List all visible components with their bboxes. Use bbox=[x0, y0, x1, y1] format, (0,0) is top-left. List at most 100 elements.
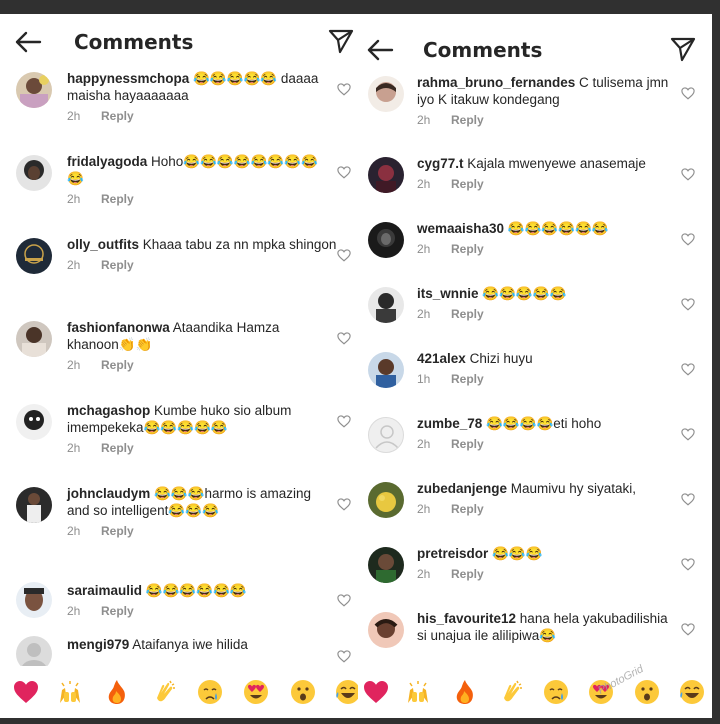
back-arrow-icon[interactable] bbox=[14, 30, 42, 54]
fire-emoji-icon[interactable] bbox=[451, 678, 479, 706]
comment-username[interactable]: wemaaisha30 bbox=[417, 221, 504, 236]
like-heart-icon[interactable] bbox=[337, 166, 351, 179]
reply-button[interactable]: Reply bbox=[451, 372, 484, 386]
comment-username[interactable]: 421alex bbox=[417, 351, 466, 366]
clapping-hands-emoji-icon[interactable] bbox=[150, 678, 178, 706]
raising-hands-emoji-icon[interactable] bbox=[56, 678, 84, 706]
reply-button[interactable]: Reply bbox=[451, 567, 484, 581]
avatar[interactable] bbox=[368, 482, 404, 518]
comment-username[interactable]: fashionfanonwa bbox=[67, 320, 170, 335]
comment-text: Ataifanya iwe hilida bbox=[129, 637, 248, 652]
avatar[interactable] bbox=[16, 72, 52, 108]
like-heart-icon[interactable] bbox=[681, 428, 695, 441]
reply-button[interactable]: Reply bbox=[101, 604, 134, 618]
comment-username[interactable]: rahma_bruno_fernandes bbox=[417, 75, 575, 90]
surprised-face-emoji-icon[interactable] bbox=[289, 678, 317, 706]
comment-time: 2h bbox=[417, 437, 431, 451]
comment-username[interactable]: olly_outfits bbox=[67, 237, 139, 252]
like-heart-icon[interactable] bbox=[681, 493, 695, 506]
send-icon[interactable] bbox=[328, 28, 354, 54]
avatar[interactable] bbox=[368, 222, 404, 258]
comment-username[interactable]: zumbe_78 bbox=[417, 416, 482, 431]
reply-button[interactable]: Reply bbox=[451, 437, 484, 451]
comment-username[interactable]: johnclaudym bbox=[67, 486, 150, 501]
fire-emoji-icon[interactable] bbox=[103, 678, 131, 706]
back-arrow-icon[interactable] bbox=[366, 38, 394, 62]
avatar[interactable] bbox=[16, 582, 52, 618]
comment-username[interactable]: cyg77.t bbox=[417, 156, 464, 171]
comment-username[interactable]: mengi979 bbox=[67, 637, 129, 652]
comment-username[interactable]: his_favourite12 bbox=[417, 611, 516, 626]
comment-time: 2h bbox=[417, 177, 431, 191]
avatar[interactable] bbox=[368, 612, 404, 648]
avatar[interactable] bbox=[16, 487, 52, 523]
crying-face-emoji-icon[interactable] bbox=[542, 678, 570, 706]
avatar[interactable] bbox=[368, 157, 404, 193]
comment-username[interactable]: its_wnnie bbox=[417, 286, 479, 301]
like-heart-icon[interactable] bbox=[681, 298, 695, 311]
heart-eyes-emoji-icon[interactable] bbox=[242, 678, 270, 706]
clapping-hands-emoji-icon[interactable] bbox=[497, 678, 525, 706]
like-heart-icon[interactable] bbox=[337, 332, 351, 345]
reply-button[interactable]: Reply bbox=[101, 524, 134, 538]
comment-text: Khaaa tabu za nn mpka shingon bbox=[139, 237, 337, 252]
laughing-tears-emoji-icon[interactable] bbox=[334, 678, 358, 706]
comment-username[interactable]: happynessmchopa bbox=[67, 71, 189, 86]
reply-button[interactable]: Reply bbox=[101, 258, 134, 272]
like-heart-icon[interactable] bbox=[337, 415, 351, 428]
comment-time: 2h bbox=[417, 113, 431, 127]
reply-button[interactable]: Reply bbox=[101, 192, 134, 206]
red-heart-emoji-icon[interactable] bbox=[362, 678, 390, 706]
avatar[interactable] bbox=[368, 547, 404, 583]
avatar[interactable] bbox=[16, 155, 52, 191]
crying-face-emoji-icon[interactable] bbox=[196, 678, 224, 706]
header-title: Comments bbox=[74, 30, 194, 54]
reply-button[interactable]: Reply bbox=[101, 109, 134, 123]
like-heart-icon[interactable] bbox=[337, 83, 351, 96]
avatar[interactable] bbox=[16, 238, 52, 274]
emoji-reaction-bar bbox=[0, 666, 358, 718]
default-avatar-icon[interactable] bbox=[368, 417, 404, 453]
like-heart-icon[interactable] bbox=[681, 87, 695, 100]
raising-hands-emoji-icon[interactable] bbox=[404, 678, 432, 706]
avatar[interactable] bbox=[16, 321, 52, 357]
avatar[interactable] bbox=[368, 352, 404, 388]
comment-time: 2h bbox=[67, 524, 81, 538]
like-heart-icon[interactable] bbox=[337, 498, 351, 511]
avatar[interactable] bbox=[368, 76, 404, 112]
like-heart-icon[interactable] bbox=[681, 168, 695, 181]
reply-button[interactable]: Reply bbox=[451, 177, 484, 191]
reply-button[interactable]: Reply bbox=[451, 502, 484, 516]
send-icon[interactable] bbox=[670, 36, 696, 62]
like-heart-icon[interactable] bbox=[681, 623, 695, 636]
laughing-tears-emoji-icon[interactable] bbox=[678, 678, 706, 706]
comments-header: Comments bbox=[0, 14, 358, 68]
comment-time: 2h bbox=[417, 307, 431, 321]
header-title: Comments bbox=[423, 38, 543, 62]
reply-button[interactable]: Reply bbox=[101, 441, 134, 455]
surprised-face-emoji-icon[interactable] bbox=[633, 678, 661, 706]
like-heart-icon[interactable] bbox=[337, 594, 351, 607]
like-heart-icon[interactable] bbox=[681, 233, 695, 246]
comment-username[interactable]: pretreisdor bbox=[417, 546, 488, 561]
reply-button[interactable]: Reply bbox=[101, 358, 134, 372]
reply-button[interactable]: Reply bbox=[451, 113, 484, 127]
like-heart-icon[interactable] bbox=[681, 558, 695, 571]
comment-text: Chizi huyu bbox=[465, 351, 533, 366]
comment-text: Maumivu hy siyataki, bbox=[507, 481, 637, 496]
comments-panel-right: Comments rahma_bruno_fernandes C tulisem… bbox=[358, 14, 712, 718]
comment-text: 😂😂😂😂eti hoho bbox=[482, 416, 602, 431]
like-heart-icon[interactable] bbox=[681, 363, 695, 376]
like-heart-icon[interactable] bbox=[337, 249, 351, 262]
avatar[interactable] bbox=[368, 287, 404, 323]
comment-username[interactable]: mchagashop bbox=[67, 403, 150, 418]
reply-button[interactable]: Reply bbox=[451, 242, 484, 256]
comment-username[interactable]: zubedanjenge bbox=[417, 481, 507, 496]
reply-button[interactable]: Reply bbox=[451, 307, 484, 321]
red-heart-emoji-icon[interactable] bbox=[12, 678, 40, 706]
comment-username[interactable]: saraimaulid bbox=[67, 583, 142, 598]
comment-text: 😂😂😂😂😂😂 bbox=[142, 583, 247, 598]
comment-username[interactable]: fridalyagoda bbox=[67, 154, 147, 169]
like-heart-icon[interactable] bbox=[337, 650, 351, 663]
avatar[interactable] bbox=[16, 404, 52, 440]
